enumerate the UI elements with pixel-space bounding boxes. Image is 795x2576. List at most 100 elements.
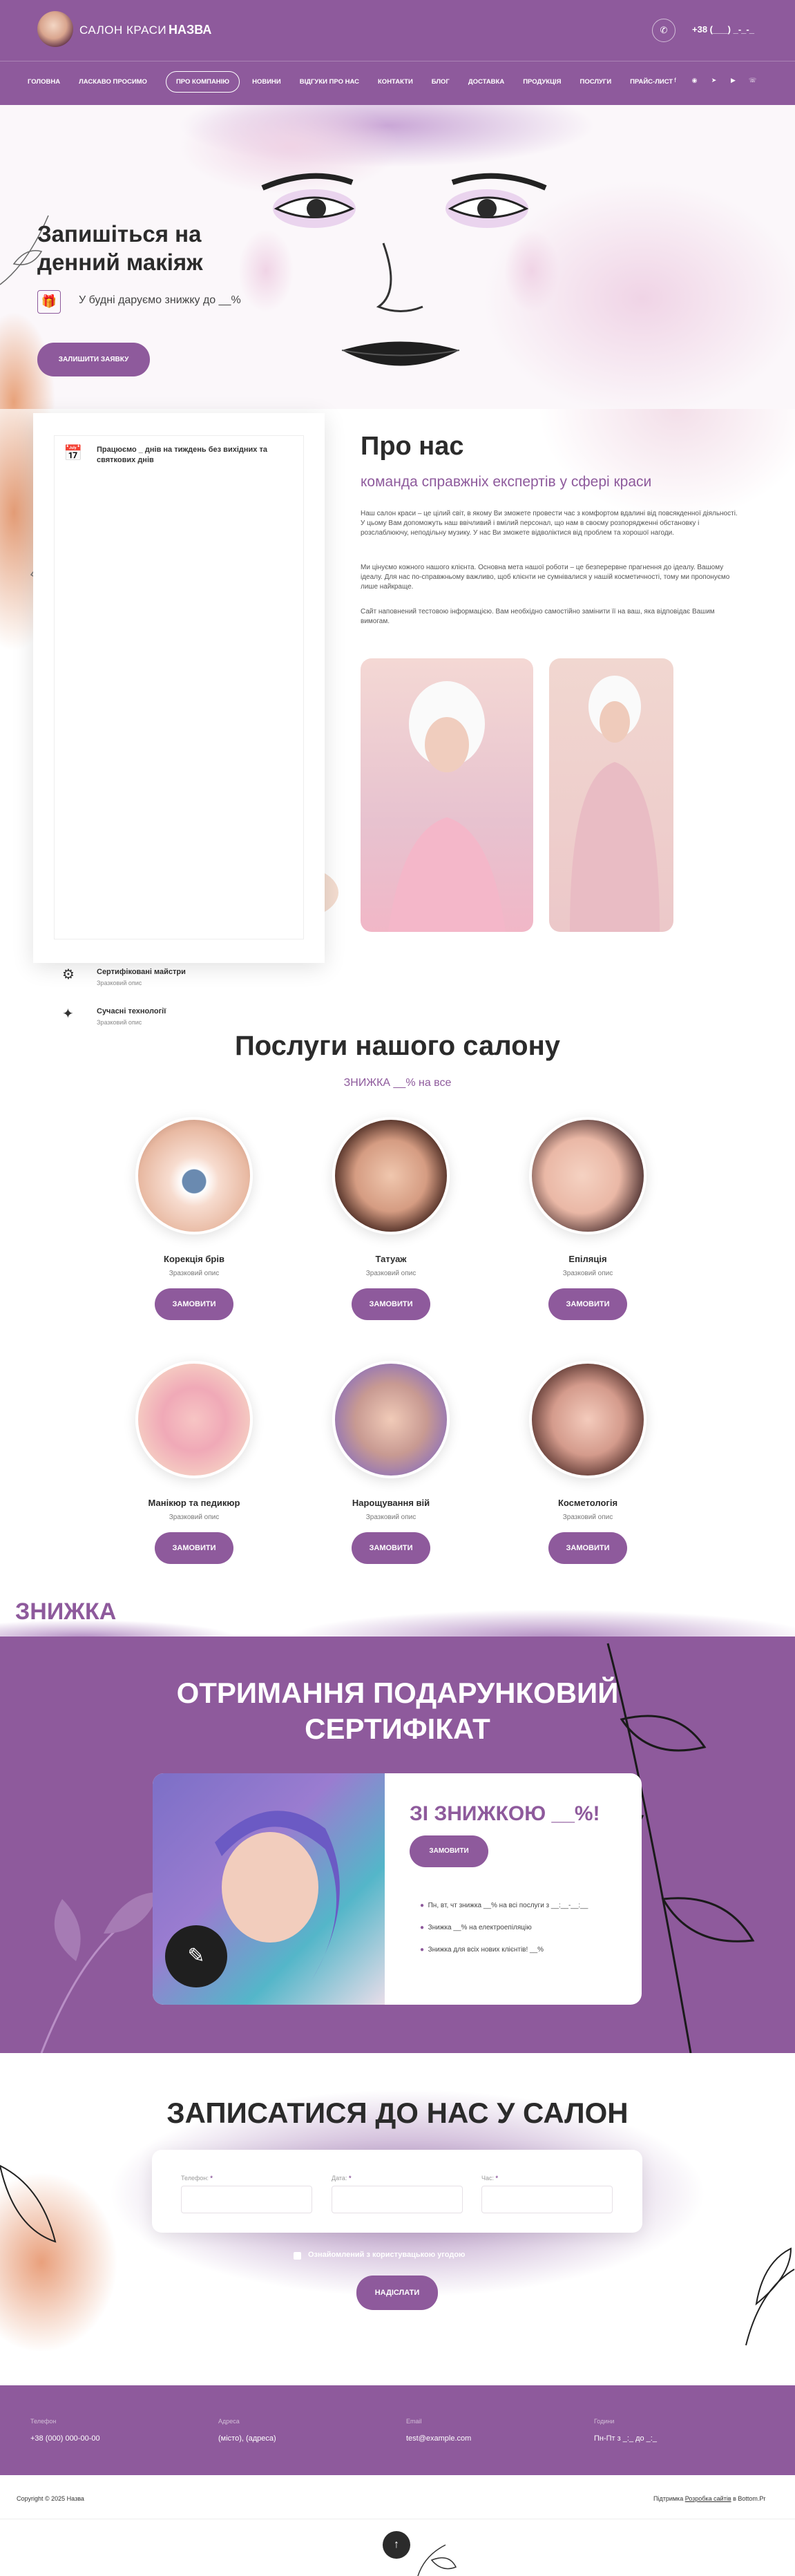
youtube-icon[interactable]: ▶	[729, 77, 737, 84]
order-button[interactable]: ЗАМОВИТИ	[155, 1288, 233, 1320]
service-desc: Зразковий опис	[169, 1514, 220, 1521]
feature-title-1: Сертифіковані майстри	[97, 968, 186, 976]
footer-value[interactable]: test@example.com	[406, 2434, 471, 2443]
nav-item-pricelist[interactable]: ПРАЙС-ЛИСТ	[630, 78, 673, 86]
nav-item-welcome[interactable]: ЛАСКАВО ПРОСИМО	[79, 78, 147, 86]
technology-icon: ✦	[62, 1006, 74, 1022]
booking-title: ЗАПИСАТИСЯ ДО НАС У САЛОН	[166, 2097, 629, 2129]
order-button[interactable]: ЗАМОВИТИ	[548, 1532, 627, 1564]
leave-request-button[interactable]: ЗАЛИШИТИ ЗАЯВКУ	[37, 343, 150, 376]
time-label-text: Час:	[481, 2175, 495, 2182]
service-photo	[529, 1361, 646, 1478]
about-photo-2	[549, 658, 673, 932]
service-desc: Зразковий опис	[365, 1514, 416, 1521]
consent-checkbox[interactable]	[294, 2252, 301, 2260]
leaf-outline-decor	[417, 2544, 457, 2576]
service-card-brows: Корекція брів Зразковий опис ЗАМОВИТИ	[122, 1117, 267, 1320]
discount-title: ОТРИМАННЯ ПОДАРУНКОВИЙ СЕРТИФІКАТ	[0, 1675, 795, 1747]
service-card-cosmetology: Косметологія Зразковий опис ЗАМОВИТИ	[515, 1361, 660, 1564]
date-label: Дата: *	[332, 2175, 352, 2182]
instagram-icon[interactable]: ◉	[691, 77, 698, 84]
hero-title-line2: денний макіяж	[37, 249, 203, 275]
about-subtitle: команда справжніх експертів у сфері крас…	[361, 474, 652, 490]
facebook-icon[interactable]: f	[671, 77, 679, 84]
promo-item-text: Знижка __% на електроепіляцію	[428, 1924, 532, 1931]
services-title: Послуги нашого салону	[235, 1031, 560, 1061]
service-desc: Зразковий опис	[169, 1270, 220, 1277]
viber-icon[interactable]: ☏	[749, 77, 756, 84]
discount-title-line1: ОТРИМАННЯ ПОДАРУНКОВИЙ	[176, 1677, 619, 1709]
developer-link[interactable]: Розробка сайтів	[685, 2495, 731, 2502]
nav-item-about[interactable]: ПРО КОМПАНІЮ	[165, 70, 240, 93]
brand-name[interactable]: НАЗВА	[169, 23, 211, 37]
feature-desc-1: Зразковий опис	[97, 980, 142, 986]
date-input[interactable]	[332, 2186, 463, 2213]
service-desc: Зразковий опис	[562, 1270, 613, 1277]
brand-label: САЛОН КРАСИ	[79, 23, 167, 37]
hours-card: 📅 Працюємо _ днів на тиждень без вихідни…	[33, 413, 325, 963]
service-card-manicure: Манікюр та педикюр Зразковий опис ЗАМОВИ…	[122, 1361, 267, 1564]
footer-label: Години	[594, 2418, 615, 2425]
service-name: Епіляція	[568, 1254, 607, 1264]
order-button[interactable]: ЗАМОВИТИ	[352, 1288, 430, 1320]
nav-item-services[interactable]: ПОСЛУГИ	[580, 78, 612, 86]
footer-label: Телефон	[30, 2418, 57, 2425]
credit-suffix: в Bottom.Pr	[733, 2495, 766, 2502]
certificate-icon: ✎	[165, 1925, 227, 1987]
nav-item-news[interactable]: НОВИНИ	[252, 78, 281, 86]
gift-icon: 🎁	[37, 290, 61, 314]
nav-item-delivery[interactable]: ДОСТАВКА	[468, 78, 504, 86]
scroll-top-icon[interactable]: ↑	[383, 2531, 410, 2559]
order-button[interactable]: ЗАМОВИТИ	[548, 1288, 627, 1320]
feature-desc-2: Зразковий опис	[97, 1019, 142, 1026]
footer-label: Email	[406, 2418, 422, 2425]
consent-text[interactable]: Ознайомлений з користувацькою угодою	[308, 2251, 465, 2259]
nav-item-blog[interactable]: БЛОГ	[432, 78, 450, 86]
footer-value[interactable]: +38 (000) 000-00-00	[30, 2434, 100, 2443]
logo-image[interactable]	[37, 11, 73, 47]
certificate-order-button[interactable]: ЗАМОВИТИ	[410, 1835, 488, 1867]
promo-item-2: ● Знижка __% на електроепіляцію	[420, 1924, 532, 1931]
promo-item-text: Пн, вт, чт знижка __% на всі послуги з _…	[428, 1902, 588, 1909]
nav-item-home[interactable]: ГОЛОВНА	[28, 78, 60, 86]
nav-item-products[interactable]: ПРОДУКЦІЯ	[523, 78, 561, 86]
telegram-icon[interactable]: ➤	[710, 77, 718, 84]
feature-title-2: Сучасні технології	[97, 1007, 166, 1015]
promo-item-1: ● Пн, вт, чт знижка __% на всі послуги з…	[420, 1902, 588, 1909]
hero-title: Запишіться на денний макіяж	[37, 220, 203, 276]
order-button[interactable]: ЗАМОВИТИ	[352, 1532, 430, 1564]
footer-col-email: Email test@example.com	[406, 2418, 471, 2443]
phone-icon[interactable]: ✆	[652, 19, 676, 42]
time-input[interactable]	[481, 2186, 613, 2213]
developer-credit: Підтримка Розробка сайтів в Bottom.Pr	[653, 2495, 765, 2502]
booking-form: Телефон: * Дата: * Час: *	[152, 2150, 642, 2233]
service-desc: Зразковий опис	[562, 1514, 613, 1521]
promo-item-text: Знижка для всіх нових клієнтів! __%	[428, 1946, 544, 1954]
service-card-epilation: Епіляція Зразковий опис ЗАМОВИТИ	[515, 1117, 660, 1320]
service-name: Нарощування вій	[352, 1498, 430, 1508]
about-paragraph-2: Ми цінуємо кожного нашого клієнта. Основ…	[361, 564, 730, 591]
discount-section: ОТРИМАННЯ ПОДАРУНКОВИЙ СЕРТИФІКАТ ✎ ЗІ З…	[0, 1637, 795, 2053]
nav-item-contacts[interactable]: КОНТАКТИ	[378, 78, 413, 86]
hero-section: Запишіться на денний макіяж 🎁 У будні да…	[0, 105, 795, 409]
certificate-photo: ✎	[153, 1773, 385, 2005]
about-paragraph-3: Сайт наповнений тестовою інформацією. Ва…	[361, 608, 715, 625]
order-button[interactable]: ЗАМОВИТИ	[155, 1532, 233, 1564]
certificate-card: ✎ ЗІ ЗНИЖКОЮ __%! ЗАМОВИТИ ● Пн, вт, чт …	[153, 1773, 642, 2005]
footer-contacts	[0, 2385, 795, 2475]
service-photo	[529, 1117, 646, 1234]
date-label-text: Дата:	[332, 2175, 347, 2182]
about-paragraph-1: Наш салон краси – це цілий світ, в якому…	[361, 510, 738, 537]
service-desc: Зразковий опис	[365, 1270, 416, 1277]
service-photo	[332, 1361, 450, 1478]
promo-item-3: ● Знижка для всіх нових клієнтів! __%	[420, 1946, 544, 1954]
service-photo	[135, 1361, 253, 1478]
nav-item-reviews[interactable]: ВІДГУКИ ПРО НАС	[300, 78, 359, 86]
about-photo-1	[361, 658, 533, 932]
about-title: Про нас	[361, 432, 464, 461]
header-phone[interactable]: +38 (___) _-_-_	[692, 24, 754, 35]
phone-input[interactable]	[181, 2186, 312, 2213]
footer-value: (місто), (адреса)	[218, 2434, 276, 2443]
service-photo	[332, 1117, 450, 1234]
submit-button[interactable]: НАДІСЛАТИ	[356, 2276, 438, 2310]
